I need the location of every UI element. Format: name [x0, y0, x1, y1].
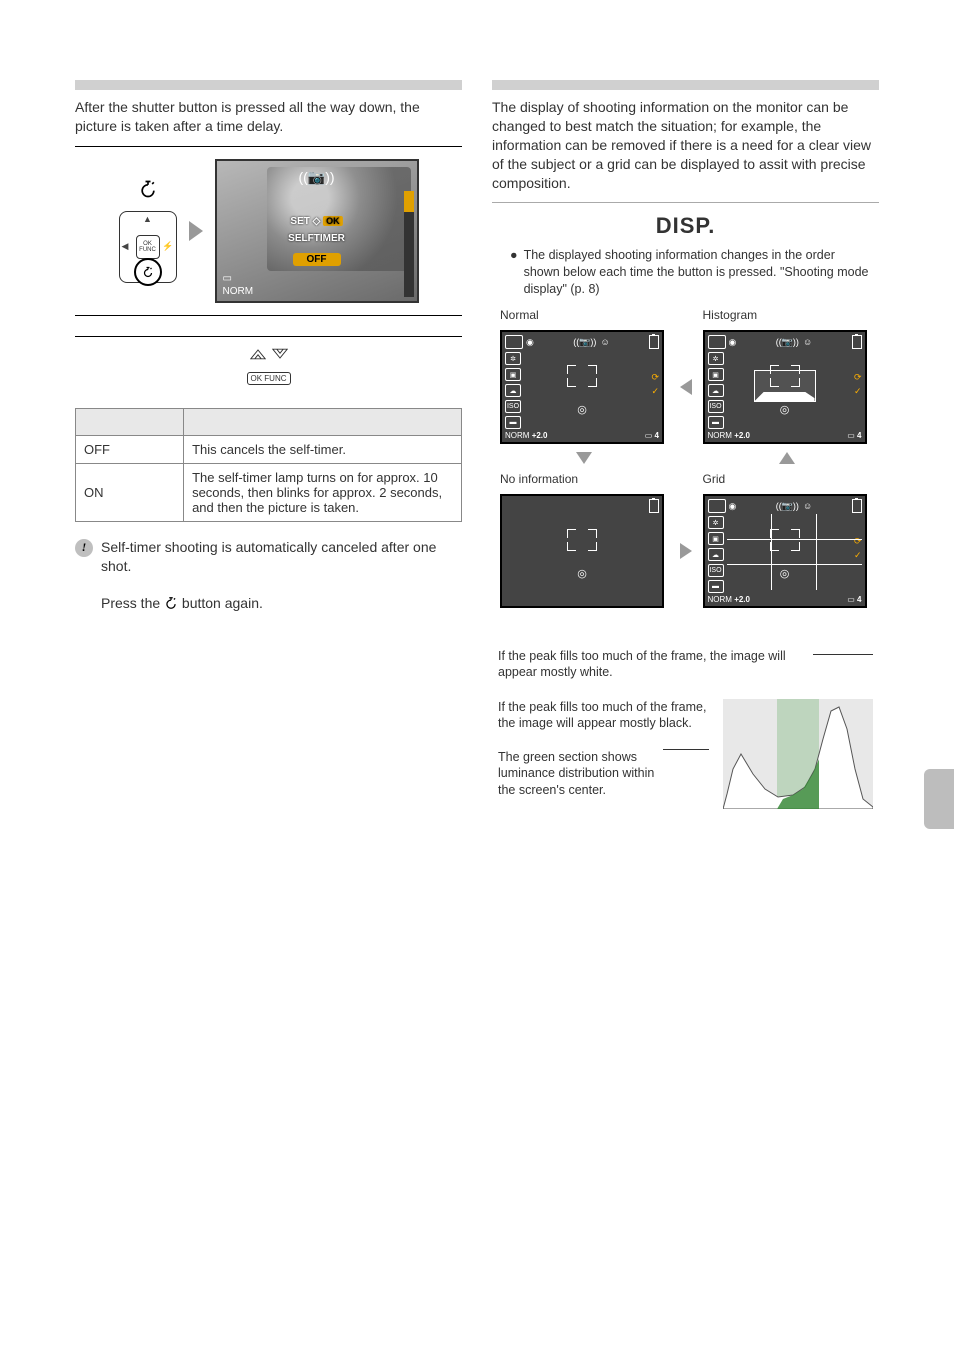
disp-bullet-text: The displayed shooting information chang… — [524, 247, 869, 298]
leader-line — [663, 749, 709, 758]
lcd-bottom-icons: ▭NORM — [223, 273, 254, 297]
dpad-right-icon: ⚡ — [162, 241, 173, 252]
selftimer-intro: After the shutter button is pressed all … — [75, 98, 462, 136]
ok-badge: OK — [323, 216, 343, 226]
lcd-preview: ((📷)) SET ◇ OK SELFTIMER OFF ▭NORM — [215, 159, 419, 303]
histogram-overlay — [754, 370, 816, 402]
option-on-desc: The self-timer lamp turns on for approx.… — [184, 463, 462, 521]
caution-icon: ! — [75, 539, 93, 557]
display-noinfo: ◎ — [500, 494, 664, 608]
dpad-down-selftimer-icon — [134, 258, 162, 286]
dpad-up-icon: ▲ — [143, 214, 152, 224]
step2-figure: OK FUNC — [75, 336, 462, 394]
display-histogram: ◉((📷))☺ ✲▣☁ISO▬ ◎ ⟳✓ NORM +2.0▭ 4 — [703, 330, 867, 444]
section-heading-bar — [492, 80, 879, 90]
target-icon: ◎ — [577, 403, 587, 416]
face-icon: ☺ — [600, 337, 609, 347]
right-column: The display of shooting information on t… — [492, 80, 879, 809]
dpad-left-icon: ◀ — [122, 241, 129, 252]
cancel-instruction: Press the button again. — [75, 594, 462, 613]
histogram-figure — [723, 699, 873, 809]
frame-count: 4 — [655, 431, 659, 440]
note-text: Self-timer shooting is automatically can… — [101, 538, 462, 576]
selftimer-inline-icon — [164, 594, 178, 613]
label-histogram: Histogram — [703, 308, 872, 322]
selftimer-icon — [119, 179, 177, 205]
label-grid: Grid — [703, 472, 872, 486]
hist-green-text: The green section shows luminance distri… — [498, 749, 659, 798]
display-grid: ◉((📷))☺ ✲▣☁ISO▬ ◎ ⟳✓ NORM +2.0▭ 4 — [703, 494, 867, 608]
display-normal: ◉((📷))☺ ✲▣☁ISO▬ ◎ ⟳✓ NORM +2.0▭ 4 — [500, 330, 664, 444]
battery-icon — [649, 335, 659, 349]
section-heading-bar — [75, 80, 462, 90]
battery-icon — [649, 499, 659, 513]
arrow-left-icon — [680, 379, 692, 395]
step1-figure: OK FUNC ◀ ⚡ ▲ ((📷)) SET ◇ OK SELFTIMER O… — [75, 146, 462, 316]
off-pill: OFF — [293, 253, 341, 266]
page-side-tab — [924, 769, 954, 829]
option-on-label: ON — [76, 463, 184, 521]
disp-intro: The display of shooting information on t… — [492, 98, 879, 192]
norm-badge: NORM — [505, 431, 529, 440]
arrow-right-icon — [680, 543, 692, 559]
vibration-icon: ((📷)) — [298, 169, 334, 186]
disp-bullet: ● The displayed shooting information cha… — [492, 247, 879, 308]
label-noinfo: No information — [500, 472, 669, 486]
arrow-up-icon — [779, 452, 795, 464]
ok-func-box: OK FUNC — [247, 372, 291, 385]
bullet-dot-icon: ● — [510, 247, 518, 298]
dpad-illustration: OK FUNC ◀ ⚡ ▲ — [119, 179, 177, 283]
option-off-desc: This cancels the self-timer. — [184, 435, 462, 463]
disp-heading: DISP. — [492, 213, 879, 239]
left-column: After the shutter button is pressed all … — [75, 80, 462, 809]
option-off-label: OFF — [76, 435, 184, 463]
note: ! Self-timer shooting is automatically c… — [75, 538, 462, 576]
dpad-up-icon — [250, 347, 266, 364]
arrow-down-icon — [576, 452, 592, 464]
hist-black-text: If the peak fills too much of the frame,… — [498, 699, 709, 732]
leader-line — [813, 654, 873, 663]
histogram-explanation: If the peak fills too much of the frame,… — [492, 648, 879, 809]
exposure-value: +2.0 — [532, 431, 548, 440]
hist-white-text: If the peak fills too much of the frame,… — [498, 648, 809, 681]
arrow-right-icon — [189, 221, 203, 241]
set-label: SET — [290, 216, 309, 227]
stabilizer-icon: ((📷)) — [573, 337, 596, 348]
label-normal: Normal — [500, 308, 669, 322]
dpad-down-icon — [272, 347, 288, 364]
display-modes-grid: Normal Histogram ◉((📷))☺ ✲▣☁ISO▬ ◎ ⟳✓ NO… — [492, 308, 879, 608]
selftimer-text: SELFTIMER — [288, 233, 345, 244]
ok-func-button: OK FUNC — [136, 235, 160, 259]
selftimer-options-table: OFF This cancels the self-timer. ON The … — [75, 408, 462, 522]
eye-icon: ◉ — [526, 337, 534, 348]
